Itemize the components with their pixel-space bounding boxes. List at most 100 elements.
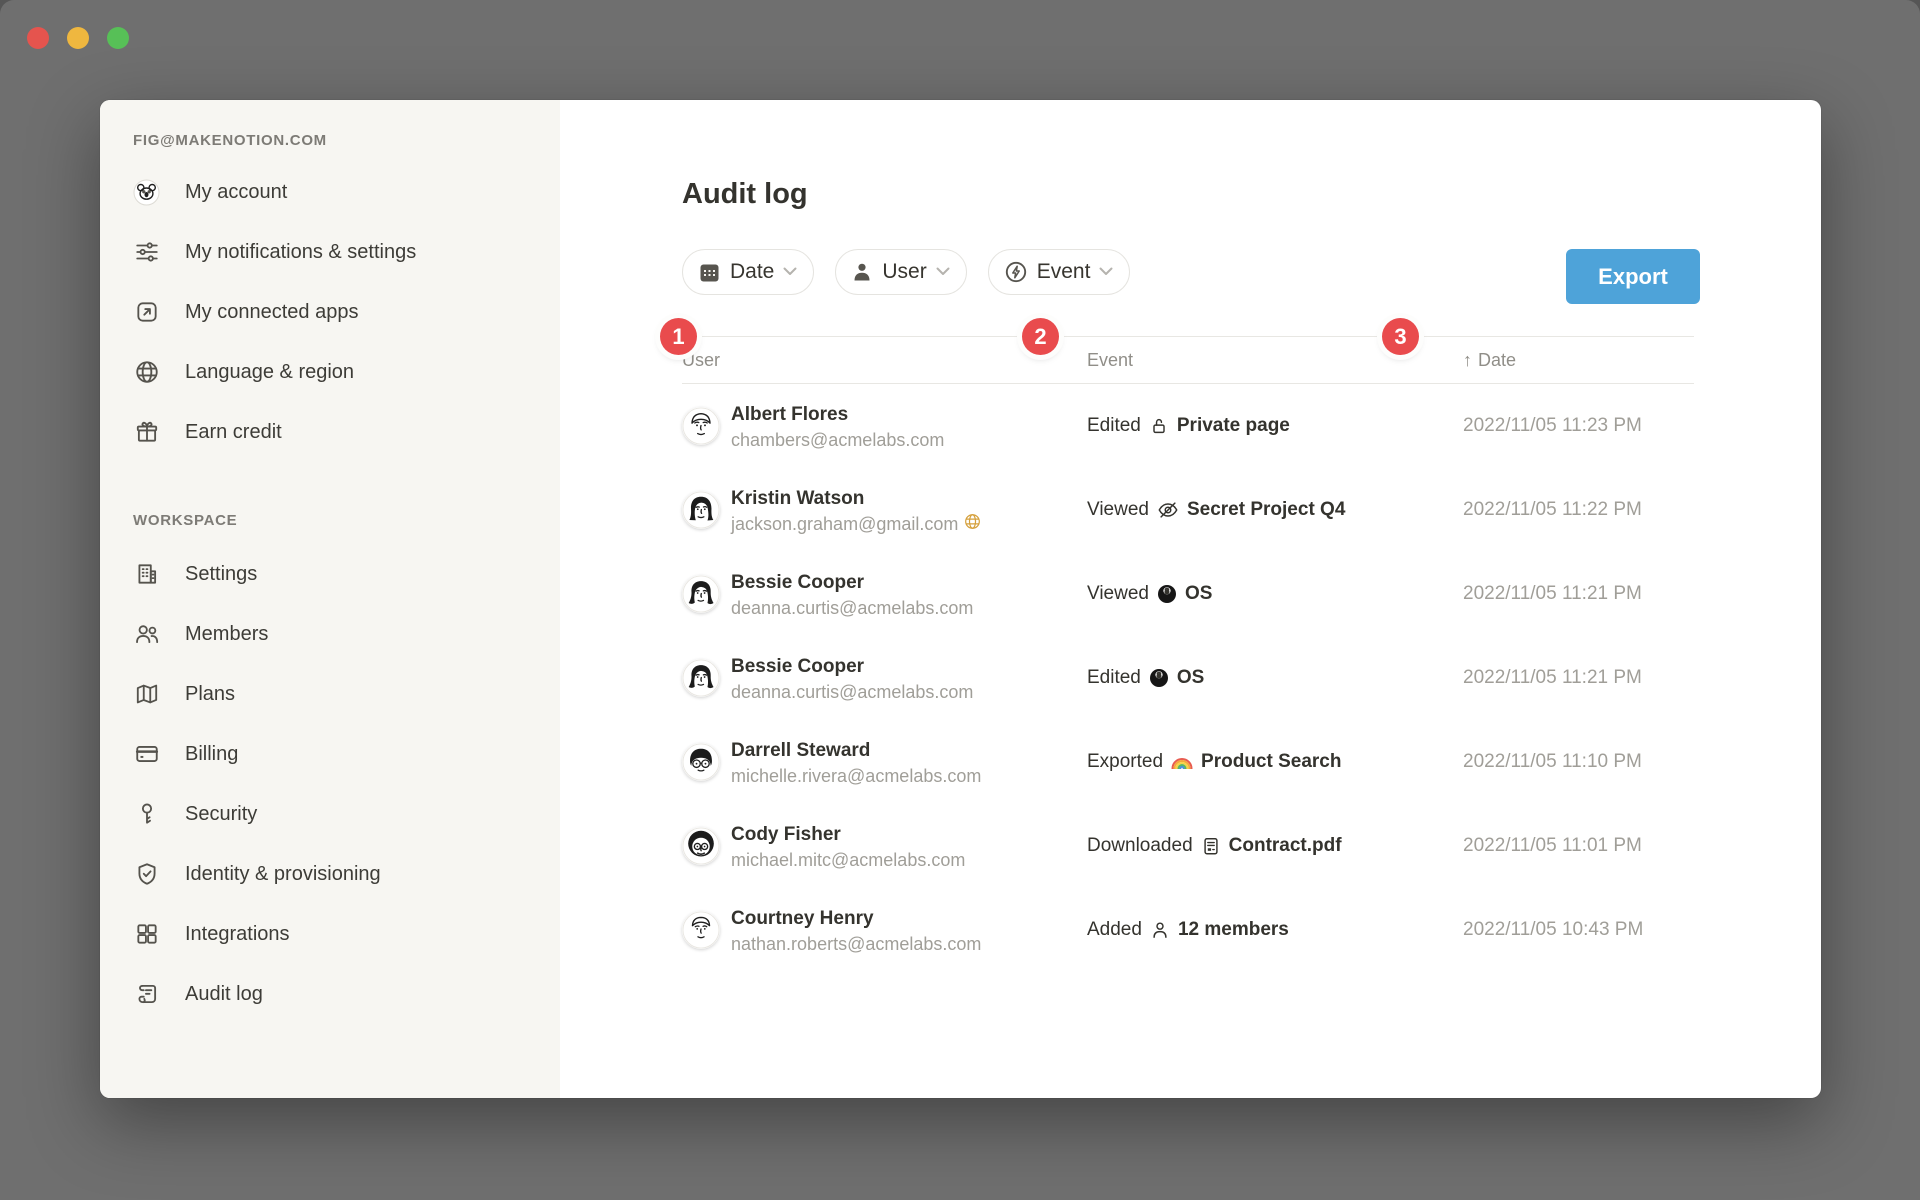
user-name: Albert Flores <box>731 402 944 428</box>
audit-log-page: Audit log Date <box>560 100 1821 1098</box>
user-info: Darrell Steward michelle.rivera@acmelabs… <box>731 736 981 788</box>
document-icon <box>1201 836 1221 856</box>
account-email-header: FIG@MAKENOTION.COM <box>133 128 560 154</box>
chevron-down-icon <box>1099 263 1113 281</box>
table-row: Kristin Watson jackson.graham@gmail.com <box>682 468 1694 552</box>
event-cell: Viewed Secret Project Q4 <box>1087 499 1463 521</box>
user-email: nathan.roberts@acmelabs.com <box>731 932 981 956</box>
event-date: 2022/11/05 11:22 PM <box>1463 499 1694 521</box>
user-cell: Bessie Cooper deanna.curtis@acmelabs.com <box>682 652 1087 704</box>
date-filter-button[interactable]: Date <box>682 249 814 295</box>
event-cell: Exported <box>1087 751 1463 773</box>
credit-card-icon <box>133 741 160 768</box>
event-object: OS <box>1185 583 1212 605</box>
close-button[interactable] <box>27 27 49 49</box>
rainbow-icon <box>1171 755 1193 769</box>
sidebar-item-integrations[interactable]: Integrations <box>100 904 560 964</box>
table-header: User Event ↑ Date <box>682 336 1694 384</box>
user-filter-button[interactable]: User <box>835 249 966 295</box>
sidebar-item-identity-provisioning[interactable]: Identity & provisioning <box>100 844 560 904</box>
person-outline-icon <box>1150 920 1170 940</box>
user-name: Darrell Steward <box>731 738 981 764</box>
avatar <box>682 575 720 613</box>
key-icon <box>133 801 160 828</box>
eight-ball-icon: 8 <box>1157 584 1177 604</box>
user-info: Albert Flores chambers@acmelabs.com <box>731 400 944 452</box>
event-cell: Added 12 members <box>1087 919 1463 941</box>
event-verb: Edited <box>1087 667 1141 689</box>
sort-ascending-icon: ↑ <box>1463 350 1472 371</box>
chevron-down-icon <box>783 263 797 281</box>
sidebar-item-plans[interactable]: Plans <box>100 664 560 724</box>
user-info: Bessie Cooper deanna.curtis@acmelabs.com <box>731 568 973 620</box>
event-date: 2022/11/05 11:10 PM <box>1463 751 1694 773</box>
sidebar-item-label: Earn credit <box>185 421 282 444</box>
sidebar-item-label: Security <box>185 803 257 826</box>
event-date: 2022/11/05 11:01 PM <box>1463 835 1694 857</box>
table-row: Cody Fisher michael.mitc@acmelabs.com Do… <box>682 804 1694 888</box>
settings-window: FIG@MAKENOTION.COM <box>100 100 1821 1098</box>
filter-label: Date <box>730 260 774 284</box>
column-header-date[interactable]: ↑ Date <box>1463 350 1694 371</box>
zoom-button[interactable] <box>107 27 129 49</box>
user-info: Bessie Cooper deanna.curtis@acmelabs.com <box>731 652 973 704</box>
people-icon <box>133 621 160 648</box>
annotation-badge-3: 3 <box>1382 318 1419 355</box>
sidebar-item-label: Members <box>185 623 268 646</box>
avatar <box>682 407 720 445</box>
filter-label: Event <box>1037 260 1091 284</box>
scroll-icon <box>133 981 160 1008</box>
user-cell: Courtney Henry nathan.roberts@acmelabs.c… <box>682 904 1087 956</box>
event-date: 2022/11/05 11:21 PM <box>1463 583 1694 605</box>
event-cell: Viewed 8 OS <box>1087 583 1463 605</box>
event-object: Contract.pdf <box>1229 835 1342 857</box>
person-icon <box>851 261 873 283</box>
avatar <box>682 491 720 529</box>
minimize-button[interactable] <box>67 27 89 49</box>
desktop-background: FIG@MAKENOTION.COM <box>0 0 1920 1200</box>
audit-log-table: User Event ↑ Date <box>682 336 1694 972</box>
sidebar-item-notifications-settings[interactable]: My notifications & settings <box>100 222 560 282</box>
sidebar-item-label: My connected apps <box>185 301 358 324</box>
user-email: deanna.curtis@acmelabs.com <box>731 680 973 704</box>
sidebar-item-audit-log[interactable]: Audit log <box>100 964 560 1024</box>
event-date: 2022/11/05 11:21 PM <box>1463 667 1694 689</box>
arrow-up-right-box-icon <box>133 299 160 326</box>
sidebar-item-settings[interactable]: Settings <box>100 544 560 604</box>
event-verb: Viewed <box>1087 583 1149 605</box>
export-button[interactable]: Export <box>1566 249 1700 304</box>
eight-ball-icon: 8 <box>1149 668 1169 688</box>
user-info: Courtney Henry nathan.roberts@acmelabs.c… <box>731 904 981 956</box>
sidebar-item-label: My account <box>185 181 287 204</box>
user-cell: Darrell Steward michelle.rivera@acmelabs… <box>682 736 1087 788</box>
column-header-user: User <box>682 350 1087 371</box>
annotation-badge-1: 1 <box>660 318 697 355</box>
event-cell: Downloaded Contract.pdf <box>1087 835 1463 857</box>
event-verb: Downloaded <box>1087 835 1193 857</box>
building-icon <box>133 561 160 588</box>
grid-icon <box>133 921 160 948</box>
event-filter-button[interactable]: Event <box>988 249 1131 295</box>
filter-label: User <box>882 260 926 284</box>
lock-icon <box>1149 416 1169 436</box>
sidebar-item-earn-credit[interactable]: Earn credit <box>100 402 560 462</box>
sidebar-item-language-region[interactable]: Language & region <box>100 342 560 402</box>
table-row: Courtney Henry nathan.roberts@acmelabs.c… <box>682 888 1694 972</box>
sidebar-item-connected-apps[interactable]: My connected apps <box>100 282 560 342</box>
sidebar-item-billing[interactable]: Billing <box>100 724 560 784</box>
event-object: 12 members <box>1178 919 1289 941</box>
user-email: deanna.curtis@acmelabs.com <box>731 596 973 620</box>
sidebar-item-my-account[interactable]: My account <box>100 162 560 222</box>
event-object: Secret Project Q4 <box>1187 499 1345 521</box>
workspace-header: WORKSPACE <box>133 508 560 534</box>
sidebar-item-members[interactable]: Members <box>100 604 560 664</box>
sidebar-item-security[interactable]: Security <box>100 784 560 844</box>
avatar <box>682 659 720 697</box>
event-verb: Edited <box>1087 415 1141 437</box>
avatar <box>682 743 720 781</box>
eye-off-icon <box>1157 499 1179 521</box>
event-verb: Viewed <box>1087 499 1149 521</box>
user-cell: Kristin Watson jackson.graham@gmail.com <box>682 484 1087 536</box>
svg-text:8: 8 <box>1157 672 1161 679</box>
sidebar-item-label: Language & region <box>185 361 354 384</box>
